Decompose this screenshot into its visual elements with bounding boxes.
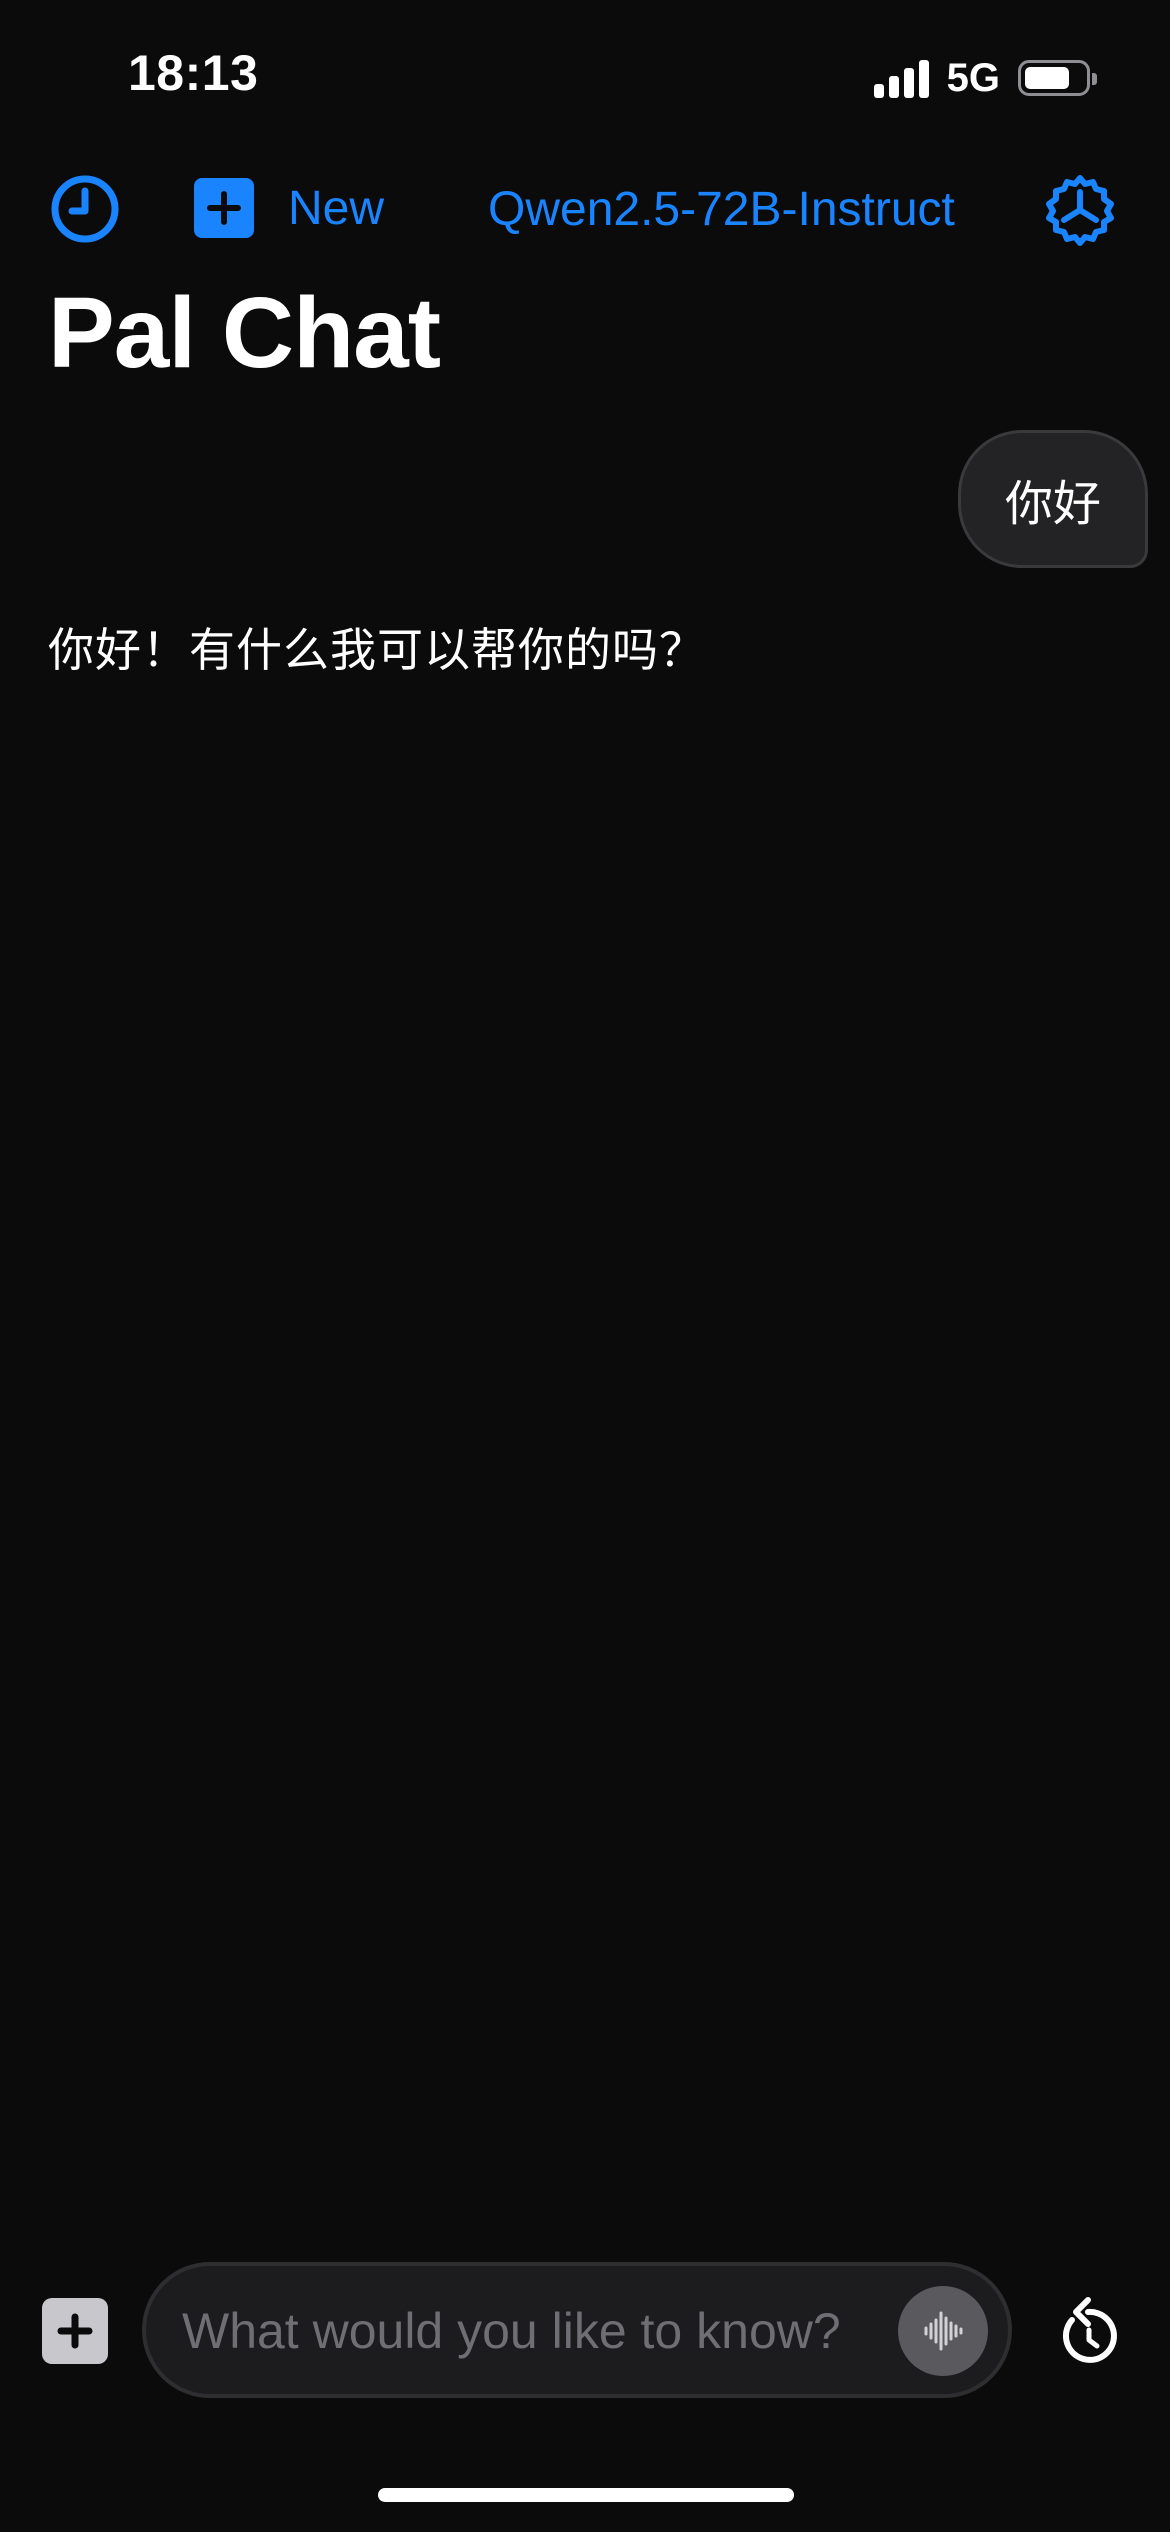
waveform-icon [924, 2311, 963, 2351]
model-selector[interactable]: Qwen2.5-72B-Instruct [488, 182, 955, 237]
assistant-message-text: 你好！有什么我可以帮你的吗？ [48, 624, 706, 676]
battery-icon [1018, 60, 1097, 96]
new-chat-button[interactable]: New [194, 178, 384, 238]
app-screen: 18:13 5G New Qwen2.5-72B-Instruct Pal Ch… [0, 0, 1170, 2532]
rotate-ccw-icon [1062, 2297, 1117, 2363]
attach-button[interactable] [42, 2298, 108, 2364]
network-label: 5G [946, 55, 1000, 100]
settings-button[interactable] [1044, 174, 1116, 246]
plus-square-icon [194, 178, 254, 238]
message-input-container [142, 2262, 1012, 2398]
signal-icon [873, 58, 929, 98]
status-indicators: 5G [873, 55, 1097, 100]
clock-icon [51, 175, 119, 243]
user-message-text: 你好 [1004, 478, 1101, 531]
home-indicator[interactable] [378, 2488, 794, 2502]
plus-square-icon [57, 2313, 93, 2349]
reset-button[interactable] [1054, 2294, 1124, 2370]
gear-icon [1046, 175, 1114, 246]
voice-button[interactable] [898, 2286, 988, 2376]
page-title: Pal Chat [48, 277, 441, 389]
nav-bar: New Qwen2.5-72B-Instruct [0, 170, 1170, 246]
status-time: 18:13 [128, 45, 259, 101]
history-button[interactable] [50, 174, 120, 244]
user-message-bubble: 你好 [957, 430, 1148, 568]
new-chat-label: New [288, 181, 385, 235]
message-input[interactable] [180, 2266, 874, 2396]
